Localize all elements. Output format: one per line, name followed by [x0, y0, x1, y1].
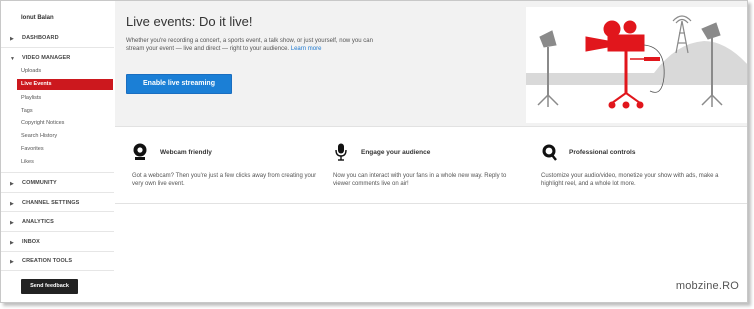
sidebar-item-favorites[interactable]: Favorites [21, 146, 44, 152]
webcam-icon [133, 143, 147, 160]
live-stage-illustration [526, 7, 747, 123]
sidebar-item-tags[interactable]: Tags [21, 108, 33, 114]
sidebar-item-creation-tools[interactable]: ▶ CREATION TOOLS [1, 255, 114, 269]
sidebar-item-channel-settings[interactable]: ▶ CHANNEL SETTINGS [1, 197, 114, 211]
sidebar-item-playlists[interactable]: Playlists [21, 95, 41, 101]
triangle-right-icon: ▶ [10, 181, 14, 187]
triangle-down-icon: ▼ [10, 56, 15, 62]
divider [1, 231, 114, 232]
triangle-right-icon: ▶ [10, 259, 14, 265]
sidebar: Ionut Balan ▶ DASHBOARD ▼ VIDEO MANAGER … [1, 1, 114, 302]
watermark: mobzine.RO [675, 280, 739, 292]
sidebar-item-live-events[interactable]: Live Events [17, 79, 113, 90]
divider [1, 251, 114, 252]
sidebar-item-uploads[interactable]: Uploads [21, 68, 41, 74]
sidebar-item-search-history[interactable]: Search History [21, 133, 57, 139]
page-title: Live events: Do it live! [126, 14, 253, 29]
sidebar-item-video-manager[interactable]: ▼ VIDEO MANAGER [1, 52, 114, 66]
divider [1, 270, 114, 271]
triangle-right-icon: ▶ [10, 220, 14, 226]
sidebar-item-copyright-notices[interactable]: Copyright Notices [21, 120, 64, 126]
divider [1, 47, 114, 48]
hero-description: Whether you're recording a concert, a sp… [126, 38, 373, 52]
sidebar-item-analytics[interactable]: ▶ ANALYTICS [1, 216, 114, 230]
sidebar-item-likes[interactable]: Likes [21, 159, 34, 165]
hero-banner: Live events: Do it live! Whether you're … [115, 1, 747, 127]
microphone-icon [335, 143, 347, 161]
user-name: Ionut Balan [21, 15, 54, 21]
send-feedback-button[interactable]: Send feedback [21, 279, 78, 294]
live-events-page: Ionut Balan ▶ DASHBOARD ▼ VIDEO MANAGER … [0, 0, 748, 303]
learn-more-link[interactable]: Learn more [291, 46, 322, 52]
features-section: Webcam friendly Got a webcam? Then you'r… [115, 129, 747, 204]
triangle-right-icon: ▶ [10, 36, 14, 42]
enable-live-streaming-button[interactable]: Enable live streaming [126, 74, 232, 94]
sidebar-item-community[interactable]: ▶ COMMUNITY [1, 177, 114, 191]
divider [1, 172, 114, 173]
divider [1, 211, 114, 212]
sidebar-item-dashboard[interactable]: ▶ DASHBOARD [1, 32, 114, 46]
sidebar-item-inbox[interactable]: ▶ INBOX [1, 236, 114, 250]
triangle-right-icon: ▶ [10, 240, 14, 246]
magnifier-icon [542, 144, 557, 161]
divider [1, 192, 114, 193]
triangle-right-icon: ▶ [10, 201, 14, 207]
